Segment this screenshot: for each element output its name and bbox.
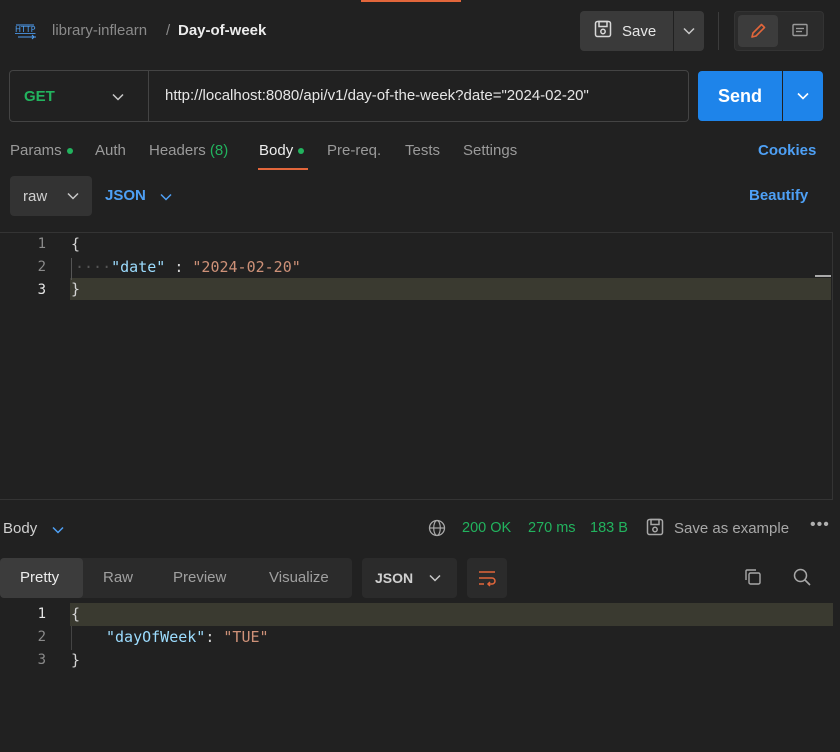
save-options-dropdown[interactable] [674,11,704,51]
response-format-label: JSON [375,570,414,586]
tab-body-label: Body [259,142,294,159]
comment-icon [792,23,808,37]
body-mode-label: raw [23,187,48,205]
wrap-lines-button[interactable] [467,558,507,598]
body-format-select[interactable]: JSON [105,187,146,204]
params-indicator-dot [66,148,73,155]
breadcrumb-request-name[interactable]: Day-of-week [178,22,266,39]
response-size[interactable]: 183 B [590,520,628,536]
response-section-select[interactable]: Body [3,520,37,537]
wrap-text-icon [479,571,496,587]
tab-visualize[interactable]: Visualize [269,569,329,586]
json-key: "dayOfWeek" [106,628,206,646]
line-number: 1 [37,236,46,252]
code-line-2: ····"date" : "2024-02-20" [75,258,301,276]
editor-scrollbar[interactable] [815,275,831,277]
method-url-divider [148,71,149,121]
response-status[interactable]: 200 OK [462,520,511,536]
tab-tests[interactable]: Tests [405,142,440,159]
http-method-select[interactable]: GET [24,88,55,105]
json-key: "date" [111,258,166,276]
tab-body[interactable]: Body [259,142,305,159]
chevron-down-icon [67,192,79,200]
send-options-dropdown[interactable] [783,71,823,121]
tab-pretty[interactable]: Pretty [20,569,59,586]
line-number: 3 [37,282,46,298]
pencil-icon [751,23,766,38]
code-line-2: "dayOfWeek": "TUE" [106,628,269,646]
tab-prerequest[interactable]: Pre-req. [327,142,381,159]
body-indicator-dot [298,148,305,155]
tab-headers[interactable]: Headers (8) [149,142,228,159]
edit-mode-button[interactable] [738,15,778,47]
code-close-brace: } [71,651,81,669]
json-value: "2024-02-20" [192,258,301,276]
tab-settings[interactable]: Settings [463,142,517,159]
current-line-highlight [70,278,831,300]
tab-headers-label: Headers [149,142,206,159]
response-format-select[interactable]: JSON [362,558,457,598]
line-number: 2 [37,629,46,645]
line-number: 3 [37,652,46,668]
indent-whitespace: ···· [75,258,112,276]
svg-text:HTTP: HTTP [15,25,36,34]
breadcrumb-collection[interactable]: library-inflearn [52,22,147,39]
json-colon: : [205,628,224,646]
chevron-down-icon [683,27,695,35]
json-colon: : [165,258,193,276]
cookies-link[interactable]: Cookies [758,142,816,159]
code-close-brace: } [71,280,81,298]
indent-guide [71,258,72,280]
tab-preview[interactable]: Preview [173,569,226,586]
chevron-down-icon [429,574,441,582]
chevron-down-icon[interactable] [112,88,124,105]
chevron-down-icon [797,92,809,100]
search-icon[interactable] [792,567,812,591]
copy-icon[interactable] [743,567,763,591]
save-icon [594,20,612,42]
save-icon [646,518,664,540]
code-open-brace: { [71,235,81,253]
beautify-link[interactable]: Beautify [749,187,808,204]
comments-button[interactable] [780,15,820,47]
tab-params-label: Params [10,142,62,159]
save-label: Save [622,22,657,40]
send-button[interactable]: Send [698,71,782,121]
headers-count: (8) [209,142,229,159]
http-request-icon: HTTP [14,20,38,42]
tab-params[interactable]: Params [10,142,73,159]
current-line-highlight [70,603,833,626]
header-divider [718,12,719,50]
active-tab-accent [361,0,461,2]
save-as-example-button[interactable]: Save as example [674,520,789,537]
save-button[interactable]: Save [580,11,673,51]
line-number: 2 [37,259,46,275]
json-value: "TUE" [223,628,269,646]
tab-auth[interactable]: Auth [95,142,126,159]
line-number: 1 [37,606,46,622]
breadcrumb-separator: / [166,22,171,39]
globe-icon[interactable] [428,519,446,541]
body-mode-select[interactable]: raw [10,176,92,216]
code-open-brace: { [71,605,81,623]
active-tab-indicator [258,168,308,170]
indent-guide [71,626,72,650]
more-options-button[interactable]: ••• [810,516,830,534]
tab-raw[interactable]: Raw [103,569,133,586]
response-time[interactable]: 270 ms [528,520,576,536]
chevron-down-icon[interactable] [52,521,64,538]
chevron-down-icon[interactable] [160,188,172,205]
url-input[interactable]: http://localhost:8080/api/v1/day-of-the-… [165,87,589,104]
